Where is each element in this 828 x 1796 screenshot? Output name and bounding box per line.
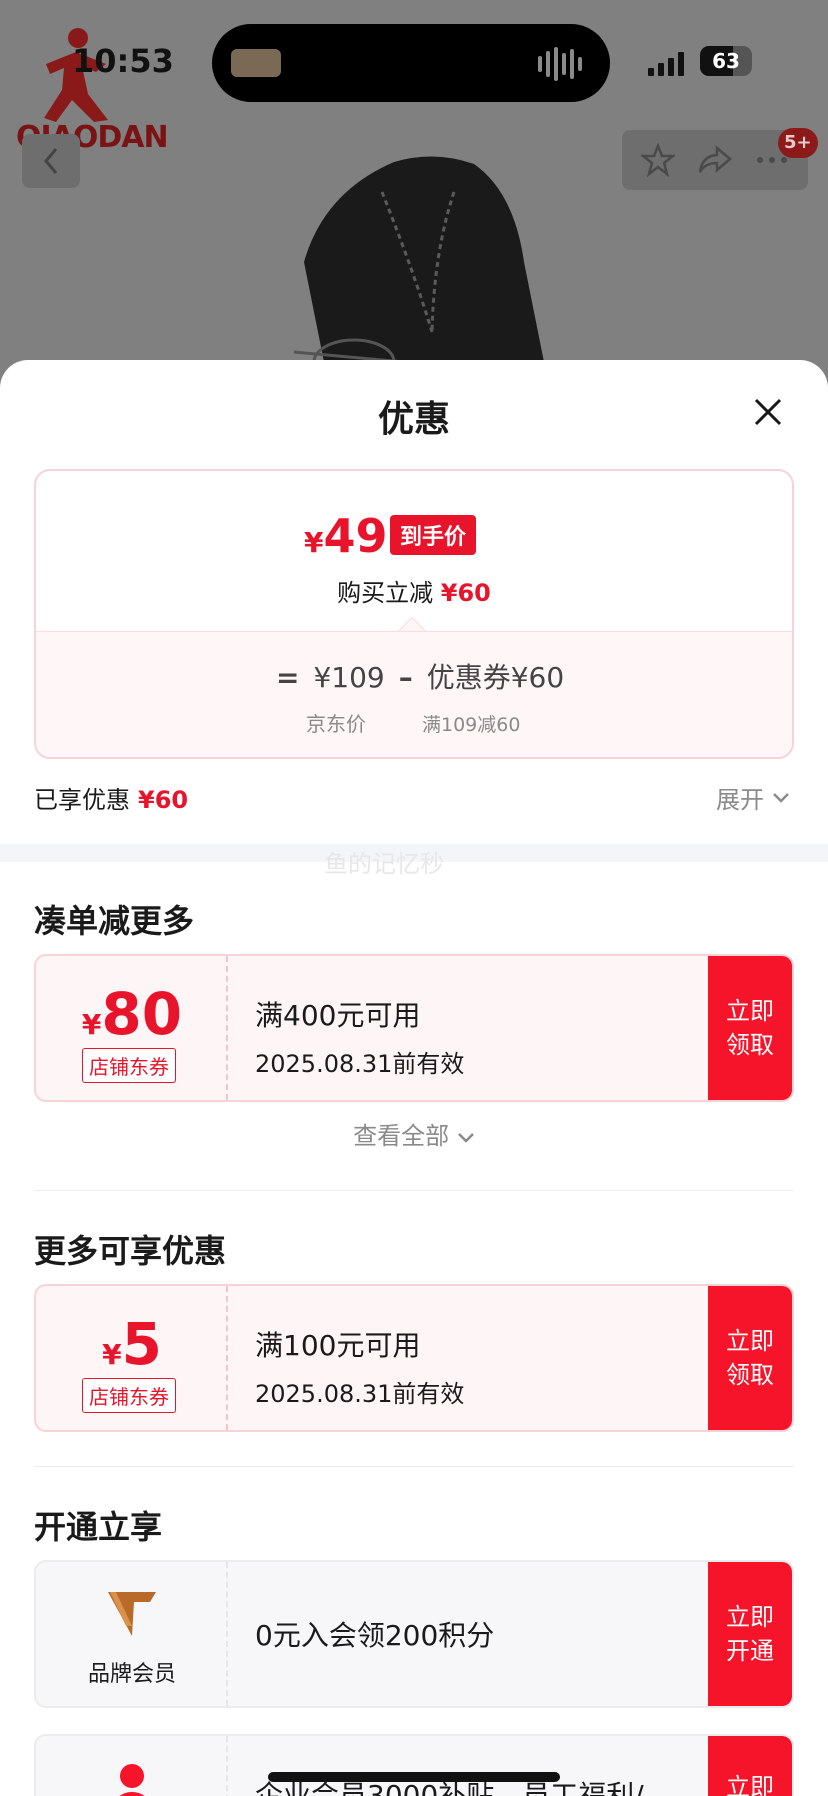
coupon-amount: ¥5 (36, 1310, 228, 1378)
audio-wave-icon (538, 44, 590, 84)
brand-member-label: 品牌会员 (87, 1662, 176, 1687)
coupon-condition: 满100元可用 (255, 1329, 421, 1362)
share-icon[interactable] (697, 144, 733, 176)
list-price-caption: 京东价 (306, 712, 366, 736)
coupon-validity: 2025.08.31前有效 (255, 1050, 465, 1078)
section-title-open: 开通立享 (34, 1508, 163, 1546)
coupon-amount-value: 5 (121, 1310, 162, 1378)
claim-coupon-button[interactable]: 立即领取 (708, 956, 792, 1100)
coupon-value-area: ¥80 店铺东券 (36, 956, 228, 1100)
status-time: 10:53 (72, 42, 174, 80)
instant-discount-label: 购买立减 (337, 579, 434, 607)
coupon-card: ¥5 店铺东券 满100元可用 2025.08.31前有效 立即领取 (34, 1284, 794, 1432)
status-bar: 10:53 63 (0, 0, 828, 110)
brand-member-logo-area: 品牌会员 (36, 1562, 228, 1706)
price-formula-area: = ¥109– 优惠券¥60 京东价 满109减60 (36, 631, 792, 757)
final-price-tag: 到手价 (390, 515, 477, 555)
coupon-validity: 2025.08.31前有效 (255, 1380, 465, 1408)
expand-button[interactable]: 展开 (716, 780, 790, 815)
final-price: ¥49 (304, 509, 388, 563)
more-icon[interactable] (755, 155, 789, 165)
instant-discount-value: ¥60 (440, 579, 491, 607)
brand-member-logo-icon (108, 1592, 156, 1636)
final-price-area: ¥49 到手价 购买立减 ¥60 (36, 471, 792, 631)
watermark: 鱼的记忆秒 (324, 850, 444, 878)
signal-icon (648, 50, 688, 76)
coupon-currency: ¥ (102, 1338, 122, 1371)
enterprise-member-logo-area (36, 1736, 228, 1796)
equals-sign: = (276, 661, 300, 694)
coupon-type-tag: 店铺东券 (82, 1048, 176, 1083)
view-all-button[interactable]: 查看全部 (0, 1116, 828, 1151)
instant-discount-line: 购买立减 ¥60 (36, 573, 792, 608)
now-playing-thumbnail (231, 49, 281, 77)
divider-line (34, 1190, 794, 1191)
close-icon (754, 398, 782, 426)
coupon-currency: ¥ (81, 1008, 102, 1041)
currency-symbol: ¥ (304, 526, 324, 559)
enjoyed-discount-label: 已享优惠 (34, 786, 130, 814)
enjoyed-discount-value: ¥60 (138, 786, 189, 814)
coupon-card: ¥80 店铺东券 满400元可用 2025.08.31前有效 立即领取 (34, 954, 794, 1102)
battery-text: 63 (712, 49, 740, 73)
claim-coupon-label: 立即领取 (726, 1327, 774, 1389)
back-button[interactable] (22, 134, 80, 188)
chevron-down-icon (457, 1133, 474, 1143)
coupon-amount: ¥80 (36, 980, 228, 1048)
coupon-condition: 满400元可用 (255, 999, 421, 1032)
price-breakdown-card: ¥49 到手价 购买立减 ¥60 = ¥109– 优惠券¥60 京东价 满109减6… (34, 469, 794, 759)
claim-coupon-label: 立即领取 (726, 997, 774, 1059)
close-button[interactable] (746, 390, 790, 434)
section-title-more-order: 凑单减更多 (34, 902, 195, 940)
open-membership-button[interactable]: 立即开通 (708, 1562, 792, 1706)
coupon-type-tag: 店铺东券 (82, 1378, 176, 1413)
person-icon (119, 1764, 145, 1796)
dynamic-island (212, 24, 610, 102)
final-price-value: 49 (323, 509, 388, 563)
coupon-deduction: 优惠券¥60 (426, 661, 565, 694)
expand-label: 展开 (716, 786, 764, 814)
coupon-value-area: ¥5 店铺东券 (36, 1286, 228, 1430)
minus-sign: – (398, 661, 413, 694)
list-price: ¥109 (313, 661, 385, 694)
enterprise-open-button[interactable]: 立即 (708, 1736, 792, 1796)
enterprise-open-label: 立即 (726, 1773, 774, 1796)
enterprise-member-card: 企业会员3000补贴、员工福利/ 立即 (34, 1734, 794, 1796)
product-page-background: QIAODAN 10:53 63 5+ (0, 0, 828, 400)
price-formula: = ¥109– 优惠券¥60 (276, 656, 564, 696)
section-title-more-benefits: 更多可享优惠 (34, 1232, 227, 1270)
brand-member-offer: 0元入会领200积分 (255, 1619, 495, 1652)
view-all-label: 查看全部 (353, 1122, 450, 1150)
claim-coupon-button[interactable]: 立即领取 (708, 1286, 792, 1430)
message-count-badge: 5+ (778, 128, 818, 158)
divider-line (34, 1466, 794, 1467)
enjoyed-discount: 已享优惠 ¥60 (34, 780, 188, 815)
chevron-down-icon (773, 792, 789, 803)
home-indicator (268, 1772, 560, 1782)
chevron-left-icon (44, 148, 58, 174)
coupon-caption: 满109减60 (422, 714, 521, 736)
battery-icon: 63 (700, 46, 752, 76)
discount-sheet: 优惠 ¥49 到手价 购买立减 ¥60 = ¥109– 优惠券¥60 京东价 满10… (0, 360, 828, 1796)
brand-member-card: 品牌会员 0元入会领200积分 立即开通 (34, 1560, 794, 1708)
star-icon[interactable] (641, 143, 675, 177)
sheet-title: 优惠 (377, 399, 450, 440)
coupon-amount-value: 80 (101, 980, 183, 1048)
open-membership-label: 立即开通 (726, 1603, 774, 1665)
